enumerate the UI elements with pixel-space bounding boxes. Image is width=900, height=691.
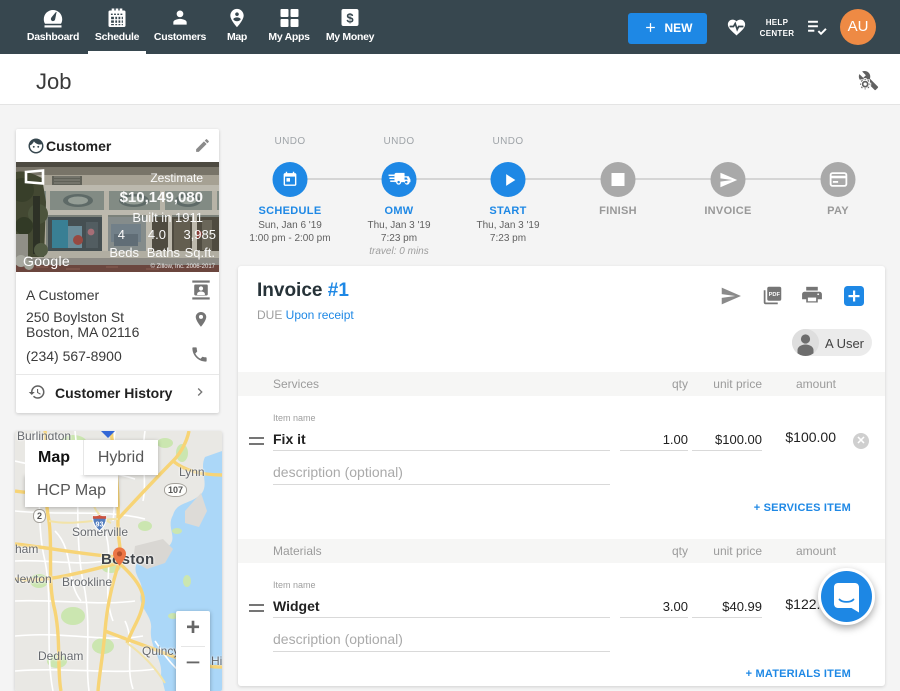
svg-text:$: $ [346, 10, 354, 25]
svg-text:93: 93 [96, 521, 104, 529]
svg-text:PDF: PDF [769, 292, 781, 298]
